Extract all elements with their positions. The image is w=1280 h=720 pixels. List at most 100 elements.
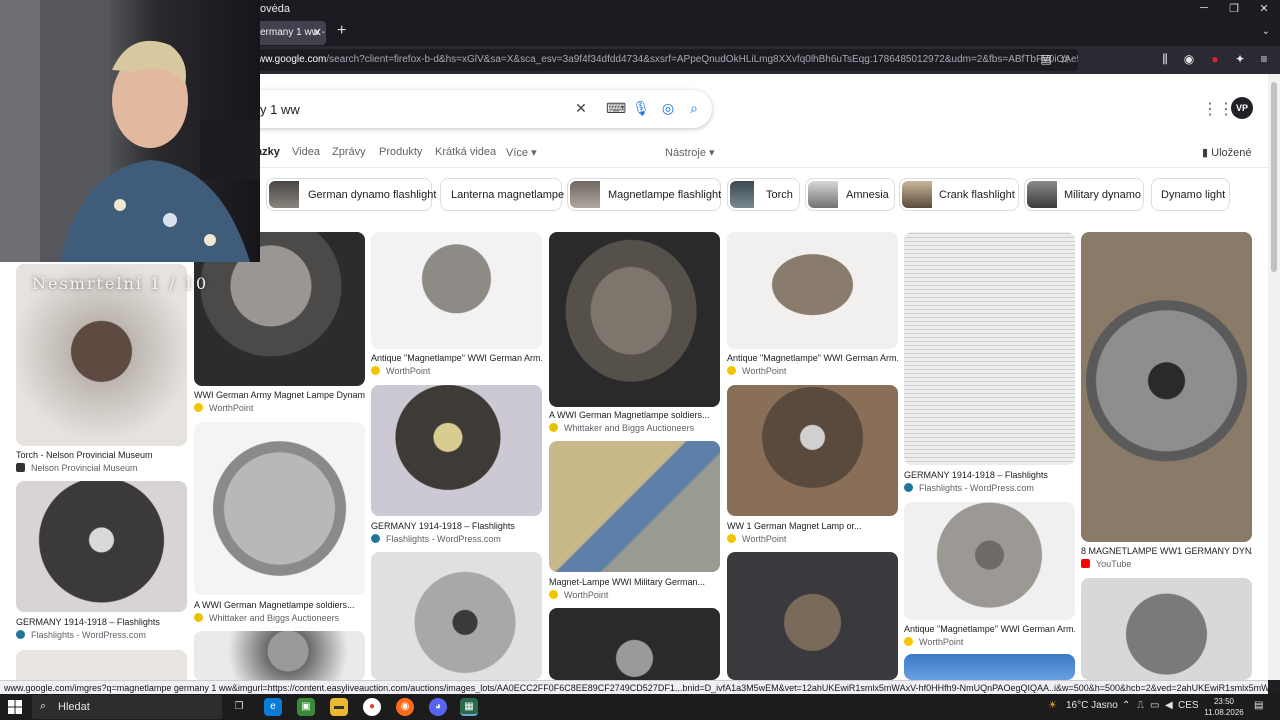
result-image[interactable]	[1081, 232, 1252, 542]
image-result[interactable]: Antique "Magnetlampe" WWI German Arm... …	[727, 232, 898, 382]
chip-crank-flashlight[interactable]: Crank flashlight	[899, 178, 1019, 211]
result-source[interactable]: WorthPoint	[727, 366, 786, 376]
image-result[interactable]: Torch - Nelson Provincial Museum Nelson …	[16, 264, 187, 474]
image-result[interactable]	[194, 631, 365, 680]
tab-news[interactable]: Zprávy	[332, 146, 366, 158]
discord-icon[interactable]: ◕	[429, 698, 447, 716]
result-image[interactable]	[549, 608, 720, 680]
result-caption[interactable]: Antique "Magnetlampe" WWI German Arm...	[371, 353, 542, 363]
lens-camera-icon[interactable]: ◎	[659, 100, 677, 117]
result-source[interactable]: WorthPoint	[371, 366, 430, 376]
image-result[interactable]	[1081, 578, 1252, 680]
search-input[interactable]: y 1 ww	[260, 102, 300, 117]
edge-icon[interactable]: e	[264, 698, 282, 716]
library-icon[interactable]: ⫼	[1157, 52, 1173, 67]
weather-icon[interactable]: ☀	[1048, 700, 1057, 711]
windows-start-icon[interactable]	[8, 700, 22, 714]
result-caption[interactable]: Antique "Magnetlampe" WWI German Arm...	[727, 353, 898, 363]
saved-button[interactable]: ▮ Uložené	[1202, 146, 1251, 159]
image-result[interactable]	[727, 552, 898, 680]
result-caption[interactable]: GERMANY 1914-1918 – Flashlights	[904, 470, 1075, 480]
result-caption[interactable]: Magnet-Lampe WWI Military German...	[549, 577, 720, 587]
result-source[interactable]: Flashlights - WordPress.com	[904, 483, 1034, 493]
task-view-icon[interactable]: ❐	[230, 698, 248, 716]
result-image[interactable]	[194, 422, 365, 595]
search-box[interactable]: y 1 ww ✕ ⌨ 🎙 ◎ ⌕	[230, 90, 712, 128]
scrollbar-thumb[interactable]	[1271, 82, 1277, 272]
image-result[interactable]: Antique "Magnetlampe" WWI German Arm... …	[371, 232, 542, 382]
result-source[interactable]: Whittaker and Biggs Auctioneers	[194, 613, 339, 623]
keyboard-icon[interactable]: ⌨	[606, 100, 626, 117]
result-source[interactable]: YouTube	[1081, 559, 1131, 569]
result-source[interactable]: WorthPoint	[549, 590, 608, 600]
active-app-icon[interactable]: ▦	[460, 698, 478, 716]
google-apps-grid-icon[interactable]: ⋮⋮	[1202, 99, 1234, 119]
result-image[interactable]	[549, 441, 720, 572]
microphone-icon[interactable]: 🎙	[632, 100, 650, 117]
store-icon[interactable]: ▣	[297, 698, 315, 716]
weather-text[interactable]: 16°C Jasno	[1066, 700, 1118, 711]
result-source[interactable]: Whittaker and Biggs Auctioneers	[549, 423, 694, 433]
result-image[interactable]	[194, 631, 365, 680]
result-image[interactable]	[727, 385, 898, 516]
firefox-icon[interactable]: ◉	[396, 698, 414, 716]
image-result[interactable]: GERMANY 1914-1918 – Flashlights Flashlig…	[904, 232, 1075, 493]
chip-magnetlampe-flashlight[interactable]: Magnetlampe flashlight	[567, 178, 721, 211]
result-image[interactable]	[727, 552, 898, 680]
image-result[interactable]: A WWI German Magnetlampe soldiers... Whi…	[549, 232, 720, 433]
image-result[interactable]	[904, 654, 1075, 680]
tray-expand-icon[interactable]: ⌃	[1122, 700, 1130, 711]
new-tab-button[interactable]: +	[337, 22, 346, 40]
chip-military-dynamo[interactable]: Military dynamo	[1024, 178, 1144, 211]
chip-dynamo-light[interactable]: Dynamo light	[1151, 178, 1230, 211]
result-image[interactable]	[727, 232, 898, 349]
taskbar-search[interactable]: ⌕ Hledat	[32, 695, 222, 719]
file-explorer-icon[interactable]: ▬	[330, 698, 348, 716]
taskbar-clock[interactable]: 23:50 11.08.2026	[1200, 696, 1248, 718]
result-image[interactable]	[904, 232, 1075, 465]
result-caption[interactable]: Torch - Nelson Provincial Museum	[16, 450, 187, 460]
minimize-button[interactable]: ─	[1194, 2, 1214, 14]
language-indicator[interactable]: CES	[1178, 700, 1199, 711]
image-result[interactable]: 8 MAGNETLAMPE WW1 GERMANY DYNAM... YouTu…	[1081, 232, 1252, 572]
result-image[interactable]	[1081, 578, 1252, 680]
image-result[interactable]	[16, 650, 187, 680]
extension-red-icon[interactable]: ●	[1207, 52, 1223, 66]
chrome-icon[interactable]: ●	[363, 698, 381, 716]
image-result[interactable]: GERMANY 1914-1918 – Flashlights Flashlig…	[16, 481, 187, 641]
volume-icon[interactable]: ◀	[1165, 700, 1173, 711]
page-scrollbar[interactable]	[1268, 74, 1280, 680]
result-image[interactable]	[549, 232, 720, 407]
result-image[interactable]	[371, 552, 542, 680]
extensions-puzzle-icon[interactable]: ✦	[1232, 52, 1248, 66]
result-image[interactable]	[371, 232, 542, 349]
network-icon[interactable]: ▭	[1150, 700, 1159, 711]
chip-lanterna-magnetlampe[interactable]: Lanterna magnetlampe	[440, 178, 564, 211]
close-window-button[interactable]: ✕	[1254, 2, 1274, 15]
image-result[interactable]	[371, 552, 542, 680]
notifications-icon[interactable]: ▤	[1254, 700, 1263, 711]
search-icon[interactable]: ⌕	[685, 100, 703, 117]
tab-close-icon[interactable]: ✕	[313, 26, 322, 39]
result-caption[interactable]: GERMANY 1914-1918 – Flashlights	[371, 521, 542, 531]
result-image[interactable]	[371, 385, 542, 516]
image-result[interactable]: A WWI German Magnetlampe soldiers... Whi…	[194, 422, 365, 623]
result-image[interactable]	[16, 650, 187, 680]
restore-button[interactable]: ❐	[1224, 2, 1244, 15]
result-caption[interactable]: A WWI German Magnetlampe soldiers...	[549, 410, 720, 420]
result-image[interactable]	[904, 654, 1075, 680]
result-caption[interactable]: A WWI German Magnetlampe soldiers...	[194, 600, 365, 610]
chip-torch[interactable]: Torch	[727, 178, 800, 211]
image-result[interactable]: Magnet-Lampe WWI Military German... Wort…	[549, 441, 720, 601]
usb-icon[interactable]: ⎍	[1137, 700, 1144, 711]
result-source[interactable]: Flashlights - WordPress.com	[371, 534, 501, 544]
chip-amnesia[interactable]: Amnesia	[805, 178, 895, 211]
result-caption[interactable]: WW 1 German Magnet Lamp or...	[727, 521, 898, 531]
result-image[interactable]	[904, 502, 1075, 620]
image-result[interactable]: GERMANY 1914-1918 – Flashlights Flashlig…	[371, 385, 542, 545]
account-avatar[interactable]: VP	[1231, 97, 1253, 119]
result-source[interactable]: WorthPoint	[904, 637, 963, 647]
list-all-tabs-icon[interactable]: ⌄	[1262, 26, 1270, 37]
tab-more[interactable]: Více ▾	[506, 146, 537, 159]
result-caption[interactable]: 8 MAGNETLAMPE WW1 GERMANY DYNAM...	[1081, 546, 1252, 556]
